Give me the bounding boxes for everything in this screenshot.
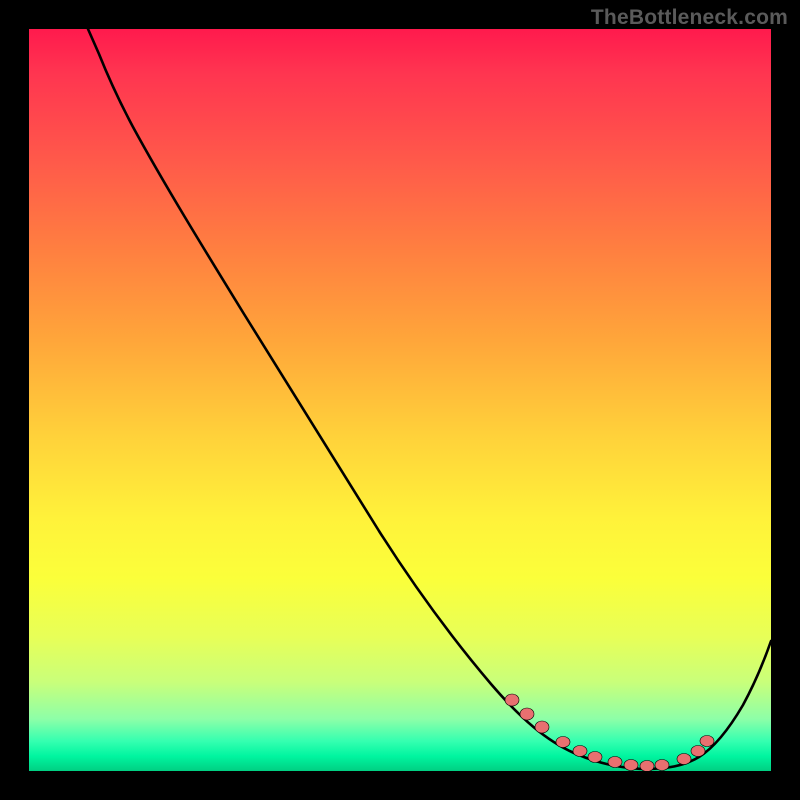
marker-dot (655, 760, 669, 771)
marker-dot (640, 761, 654, 772)
marker-dot (505, 694, 519, 706)
marker-dot (691, 746, 705, 757)
marker-group (505, 694, 714, 771)
attribution-text: TheBottleneck.com (591, 6, 788, 30)
bottleneck-curve (88, 29, 771, 769)
marker-dot (700, 736, 714, 747)
marker-dot (556, 737, 570, 748)
marker-dot (573, 746, 587, 757)
marker-dot (608, 757, 622, 768)
marker-dot (624, 760, 638, 771)
marker-dot (588, 752, 602, 763)
marker-dot (520, 708, 534, 720)
marker-dot (677, 754, 691, 765)
chart-stage: TheBottleneck.com (0, 0, 800, 800)
plot-area (29, 29, 771, 771)
curve-layer (29, 29, 771, 771)
marker-dot (535, 721, 549, 733)
